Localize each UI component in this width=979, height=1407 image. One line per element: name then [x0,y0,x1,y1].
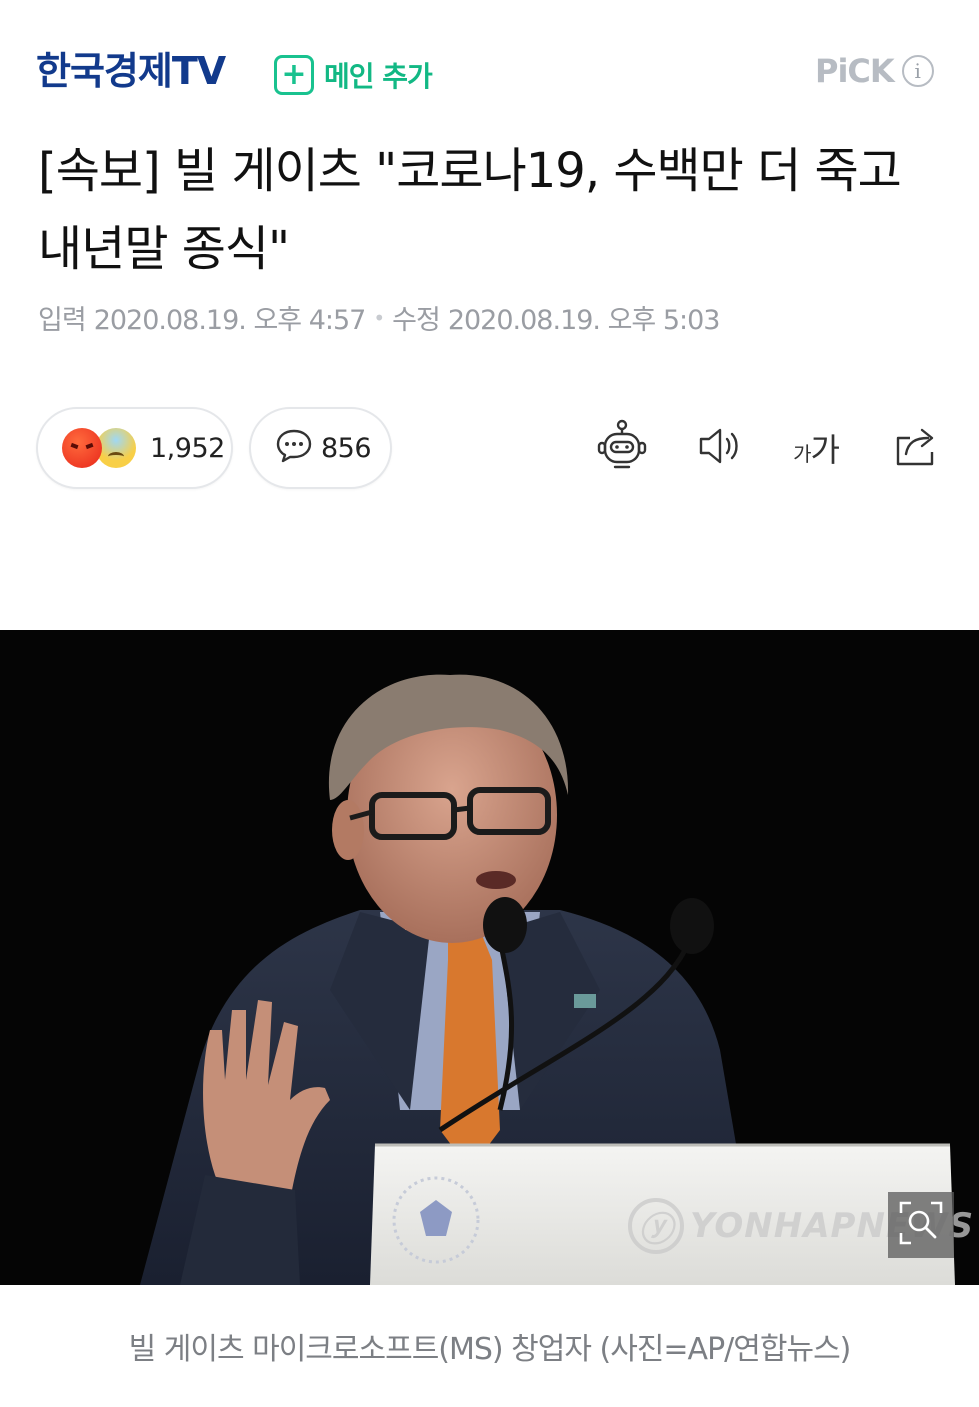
plus-icon: + [274,55,314,95]
font-size-button[interactable]: 가가 [788,420,844,476]
pick-label: PiCK [815,52,895,90]
press-header: 한국경제TV + 메인 추가 PiCK i [0,0,979,120]
reaction-emojis [62,426,142,470]
comment-button[interactable]: 856 [249,407,392,489]
reaction-button[interactable]: 1,952 [36,407,233,489]
yonhap-logo-icon: ⓨ [628,1198,684,1254]
share-button[interactable] [888,420,944,476]
add-to-main-label: 메인 추가 [324,60,433,93]
input-date: 2020.08.19. 오후 4:57 [93,305,367,336]
modified-label: 수정 [392,305,441,336]
robot-icon [595,419,649,477]
pick-badge[interactable]: PiCK i [815,52,934,90]
photo-caption: 빌 게이츠 마이크로소프트(MS) 창업자 (사진=AP/연합뉴스) [128,1332,852,1367]
summary-bot-button[interactable] [594,419,650,477]
reaction-count: 1,952 [150,432,225,464]
article-title: [속보] 빌 게이츠 "코로나19, 수백만 더 죽고 내년말 종식" [38,143,902,277]
listen-button[interactable] [692,420,748,476]
zoom-icon [897,1199,945,1251]
share-icon [892,424,940,472]
modified-date: 2020.08.19. 오후 5:03 [447,305,721,336]
press-logo[interactable]: 한국경제TV [36,46,226,96]
angry-emoji-icon [62,428,102,468]
article-photo[interactable]: ⓨ YONHAPNEWS [0,630,979,1285]
speaker-icon [696,424,744,472]
info-icon[interactable]: i [901,55,934,87]
add-to-main-button[interactable]: + 메인 추가 [274,52,433,98]
sad-emoji-icon [96,428,136,468]
separator-dot: • [373,305,385,330]
article-dates: 입력 2020.08.19. 오후 4:57 • 수정 2020.08.19. … [38,298,721,337]
font-size-icon: 가가 [793,431,840,469]
input-label: 입력 [38,305,87,336]
comment-bubble-icon [275,428,313,468]
comment-count: 856 [321,432,372,464]
photo-illustration [140,674,955,1285]
photo-zoom-button[interactable] [888,1192,954,1258]
